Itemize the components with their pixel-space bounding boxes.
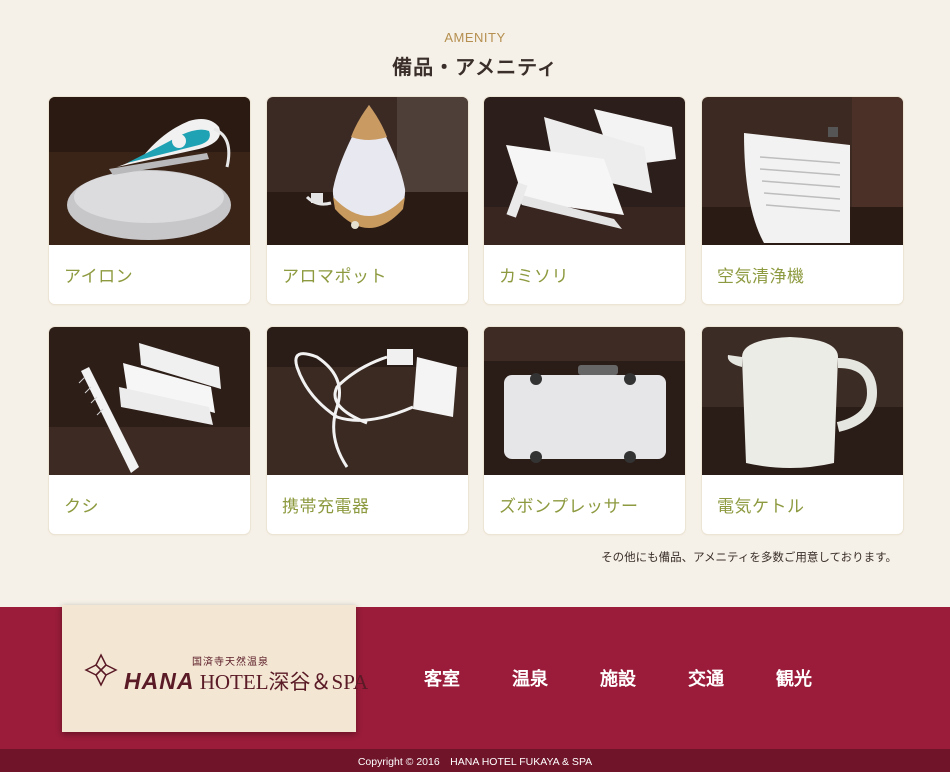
amenity-card-iron[interactable]: アイロン (49, 97, 250, 304)
amenity-card-air-purifier[interactable]: 空気清浄機 (702, 97, 903, 304)
air-purifier-photo (702, 97, 903, 245)
amenity-note: その他にも備品、アメニティを多数ご用意しております。 (601, 550, 897, 564)
amenity-label: クシ (64, 497, 99, 517)
copyright-text: Copyright © 2016 HANA HOTEL FUKAYA & SPA (357, 756, 593, 768)
nav-link-rooms[interactable]: 客室 (424, 665, 460, 691)
amenity-label: アイロン (64, 267, 134, 287)
amenity-card-electric-kettle[interactable]: 電気ケトル (702, 327, 903, 534)
nav-link-access[interactable]: 交通 (688, 665, 724, 691)
amenity-card-trouser-press[interactable]: ズボンプレッサー (484, 327, 685, 534)
amenity-card-razor[interactable]: カミソリ (484, 97, 685, 304)
comb-photo (49, 327, 250, 475)
amenity-label: アロマポット (282, 267, 387, 287)
amenity-label: 空気清浄機 (717, 267, 805, 287)
amenity-card-phone-charger[interactable]: 携帯充電器 (267, 327, 468, 534)
amenity-label: カミソリ (499, 267, 569, 287)
section-title: 備品・アメニティ (392, 55, 558, 79)
phone-charger-photo (267, 327, 468, 475)
nav-link-hot-spring[interactable]: 温泉 (512, 665, 548, 691)
section-eyebrow: AMENITY (444, 30, 506, 45)
amenity-label: 電気ケトル (717, 497, 805, 517)
nav-link-facilities[interactable]: 施設 (600, 665, 636, 691)
copyright-bar: Copyright © 2016 HANA HOTEL FUKAYA & SPA (0, 749, 950, 772)
razor-photo (484, 97, 685, 245)
electric-kettle-photo (702, 327, 903, 475)
iron-photo (49, 97, 250, 245)
trouser-press-photo (484, 327, 685, 475)
footer-logo[interactable]: 国済寺天然温泉 HANA HOTEL深谷＆SPA (62, 605, 368, 732)
amenity-card-comb[interactable]: クシ (49, 327, 250, 534)
logo-wordmark: HANA HOTEL深谷＆SPA (124, 666, 368, 696)
logo-hotel-name: HOTEL深谷＆SPA (199, 670, 369, 694)
nav-link-sightseeing[interactable]: 観光 (776, 665, 812, 691)
flower-mark-icon (84, 653, 118, 687)
amenity-label: 携帯充電器 (282, 497, 370, 517)
amenity-label: ズボンプレッサー (499, 497, 639, 517)
logo-brand: HANA (124, 668, 195, 694)
amenity-card-aroma-pot[interactable]: アロマポット (267, 97, 468, 304)
aroma-pot-photo (267, 97, 468, 245)
section-header: AMENITY 備品・アメニティ (0, 30, 950, 80)
